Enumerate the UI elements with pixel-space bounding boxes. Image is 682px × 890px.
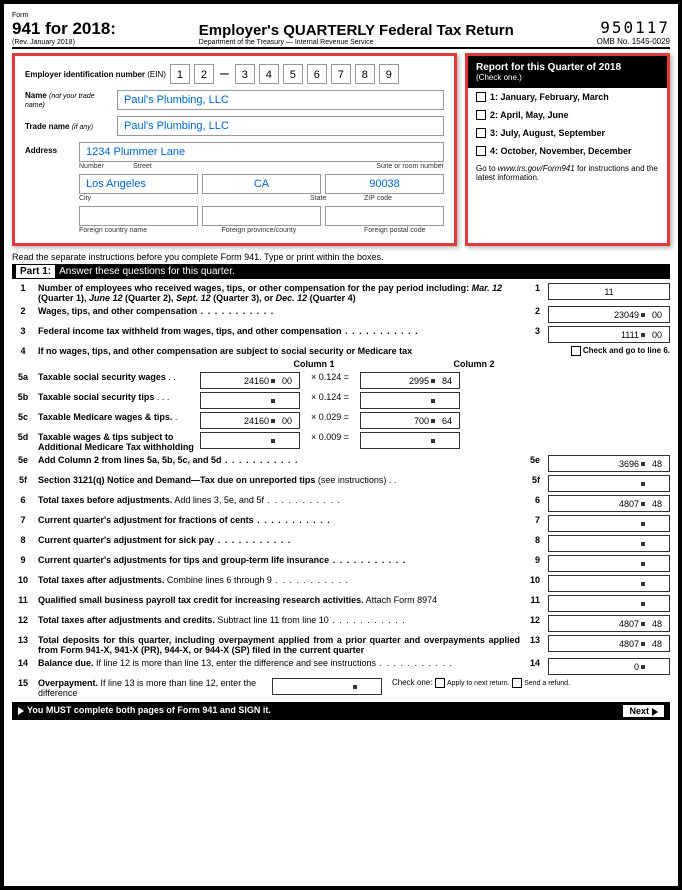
form-header: Form941 for 2018:(Rev. January 2018) Emp… (12, 12, 670, 49)
line14-value[interactable]: 0 (548, 658, 670, 675)
quarter-option-1[interactable]: 1: January, February, March (468, 88, 667, 106)
line-5b: 5bTaxable social security tips . . .× 0.… (12, 392, 670, 409)
ein-digit[interactable]: 3 (235, 64, 255, 84)
city-input[interactable]: Los Angeles (79, 174, 198, 194)
checkbox-icon (476, 128, 486, 138)
line11-value[interactable] (548, 595, 670, 612)
form-codes: 950117OMB No. 1545-0029 (597, 18, 670, 46)
line-8: 8Current quarter's adjustment for sick p… (12, 535, 670, 552)
line15-value[interactable] (272, 678, 382, 695)
apply-checkbox[interactable] (435, 678, 445, 688)
form-title: Employer's QUARTERLY Federal Tax ReturnD… (199, 22, 514, 46)
line-5c: 5cTaxable Medicare wages & tips. .241600… (12, 412, 670, 429)
line-5a: 5aTaxable social security wages . .24160… (12, 372, 670, 389)
fprov-input[interactable] (202, 206, 321, 226)
ein-digit[interactable]: 5 (283, 64, 303, 84)
name-label: Name (not your trade name) (25, 91, 113, 109)
line-5e: 5eAdd Column 2 from lines 5a, 5b, 5c, an… (12, 455, 670, 472)
line-11: 11Qualified small business payroll tax c… (12, 595, 670, 612)
line9-value[interactable] (548, 555, 670, 572)
ein-digit[interactable]: 4 (259, 64, 279, 84)
column-headers: Column 1Column 2 (12, 359, 670, 369)
ein-digit[interactable]: 1 (170, 64, 190, 84)
arrow-icon (652, 708, 658, 716)
ein-digit[interactable]: 2 (194, 64, 214, 84)
line6-value[interactable]: 480748 (548, 495, 670, 512)
line-7: 7Current quarter's adjustment for fracti… (12, 515, 670, 532)
next-button[interactable]: Next (623, 705, 664, 717)
line-10: 10Total taxes after adjustments. Combine… (12, 575, 670, 592)
line-1: 1Number of employees who received wages,… (12, 283, 670, 303)
line-12: 12Total taxes after adjustments and cred… (12, 615, 670, 632)
employer-info-box: Employer identification number (EIN) 1 2… (12, 53, 457, 246)
quarter-header: Report for this Quarter of 2018(Check on… (468, 56, 667, 88)
checkbox-icon (476, 146, 486, 156)
name-input[interactable]: Paul's Plumbing, LLC (117, 90, 444, 110)
zip-input[interactable]: 90038 (325, 174, 444, 194)
line1-value[interactable]: 11 (548, 283, 670, 300)
line2-value[interactable]: 2304900 (548, 306, 670, 323)
line-14: 14Balance due. If line 12 is more than l… (12, 658, 670, 675)
line5c-col1[interactable]: 2416000 (200, 412, 300, 429)
address-label: Address (25, 142, 73, 155)
state-input[interactable]: CA (202, 174, 321, 194)
line5a-col1[interactable]: 2416000 (200, 372, 300, 389)
part1-header: Part 1:Answer these questions for this q… (12, 264, 670, 279)
triangle-icon (18, 707, 24, 715)
line4-checkbox[interactable] (571, 346, 581, 356)
line-15: 15Overpayment. If line 13 is more than l… (12, 678, 670, 698)
fpostal-input[interactable] (325, 206, 444, 226)
line5f-value[interactable] (548, 475, 670, 492)
trade-input[interactable]: Paul's Plumbing, LLC (117, 116, 444, 136)
checkbox-icon (476, 110, 486, 120)
line5b-col1[interactable] (200, 392, 300, 409)
line5a-col2[interactable]: 299584 (360, 372, 460, 389)
quarter-footer: Go to www.irs.gov/Form941 for instructio… (468, 160, 667, 186)
quarter-option-3[interactable]: 3: July, August, September (468, 124, 667, 142)
refund-checkbox[interactable] (512, 678, 522, 688)
line3-value[interactable]: 111100 (548, 326, 670, 343)
line-5d: 5dTaxable wages & tips subject to Additi… (12, 432, 670, 452)
ein-label: Employer identification number (EIN) (25, 70, 166, 79)
line5c-col2[interactable]: 70064 (360, 412, 460, 429)
quarter-option-4[interactable]: 4: October, November, December (468, 142, 667, 160)
street-input[interactable]: 1234 Plummer Lane (79, 142, 444, 162)
checkbox-icon (476, 92, 486, 102)
line5e-value[interactable]: 369648 (548, 455, 670, 472)
footer: You MUST complete both pages of Form 941… (12, 702, 670, 720)
form-number: Form941 for 2018:(Rev. January 2018) (12, 12, 116, 46)
line5d-col1[interactable] (200, 432, 300, 449)
line8-value[interactable] (548, 535, 670, 552)
instructions-note: Read the separate instructions before yo… (12, 252, 670, 262)
line-2: 2Wages, tips, and other compensation2230… (12, 306, 670, 323)
line-5f: 5fSection 3121(q) Notice and Demand—Tax … (12, 475, 670, 492)
line-13: 13Total deposits for this quarter, inclu… (12, 635, 670, 655)
ein-digit[interactable]: 7 (331, 64, 351, 84)
line-6: 6Total taxes before adjustments. Add lin… (12, 495, 670, 512)
line7-value[interactable] (548, 515, 670, 532)
ein-digit[interactable]: 9 (379, 64, 399, 84)
line13-value[interactable]: 480748 (548, 635, 670, 652)
line12-value[interactable]: 480748 (548, 615, 670, 632)
line10-value[interactable] (548, 575, 670, 592)
ein-digit[interactable]: 8 (355, 64, 375, 84)
line-9: 9Current quarter's adjustments for tips … (12, 555, 670, 572)
quarter-box: Report for this Quarter of 2018(Check on… (465, 53, 670, 246)
ein-digit[interactable]: 6 (307, 64, 327, 84)
line-3: 3Federal income tax withheld from wages,… (12, 326, 670, 343)
line-4: 4If no wages, tips, and other compensati… (12, 346, 670, 356)
fcountry-input[interactable] (79, 206, 198, 226)
line5b-col2[interactable] (360, 392, 460, 409)
trade-label: Trade name (if any) (25, 122, 113, 131)
line5d-col2[interactable] (360, 432, 460, 449)
quarter-option-2[interactable]: 2: April, May, June (468, 106, 667, 124)
